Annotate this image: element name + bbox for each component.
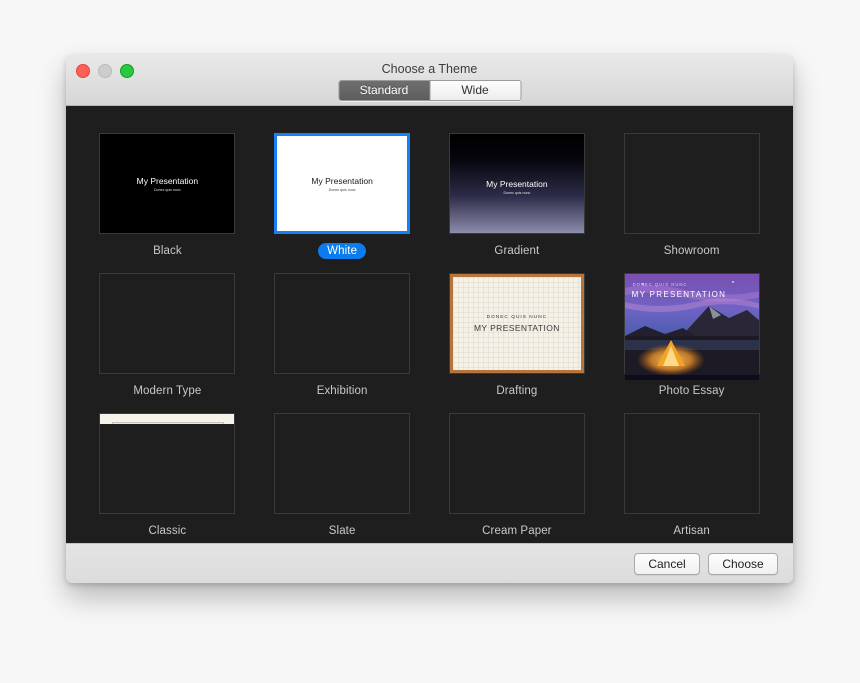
theme-thumbnail[interactable]: My Presentation Donec quis nunc — [99, 133, 236, 234]
theme-item-classic[interactable]: Lorem Ipsum Dolor My Presentation Lorem … — [96, 413, 239, 539]
theme-item-photo-essay[interactable]: DONEC QUIS NUNC MY PRESENTATION Photo Es… — [620, 273, 763, 399]
theme-item-white[interactable]: My Presentation Donec quis nunc White — [271, 133, 414, 259]
preview-title: My Presentation — [486, 178, 548, 189]
preview-subtitle: DONEC QUIS NUNC — [486, 314, 548, 320]
theme-item-artisan[interactable]: MY PRESENTATION DONEC QUIS NUNC Artisan — [620, 413, 763, 539]
choose-button[interactable]: Choose — [708, 553, 778, 575]
preview-subtitle: Donec quis nunc — [328, 187, 356, 192]
preview-subtitle: Donec quis nunc — [153, 187, 181, 192]
theme-preview-black: My Presentation Donec quis nunc — [100, 134, 235, 233]
theme-item-modern-type[interactable]: DONEC QUIS NUNC MY PRESENTATION Modern T… — [96, 273, 239, 399]
theme-chooser-scroll-area[interactable]: My Presentation Donec quis nunc Black My… — [66, 106, 793, 545]
preview-title: My Presentation — [136, 175, 199, 186]
window-titlebar: Choose a Theme Standard Wide — [66, 55, 793, 106]
theme-item-slate[interactable]: My Presentation Donec quis nunc Slate — [271, 413, 414, 539]
theme-label: Classic — [148, 525, 187, 537]
theme-thumbnail[interactable]: DONEC QUIS NUNC MY PRESENTATION — [623, 273, 760, 380]
theme-thumbnail[interactable]: DONEC QUIS NUNC MY PRESENTATION — [99, 273, 236, 374]
theme-item-drafting[interactable]: DONEC QUIS NUNC MY PRESENTATION Drafting — [446, 273, 589, 399]
theme-item-cream-paper[interactable]: MY PRESENTATION Donec quis nunc Cream Pa… — [446, 413, 589, 539]
theme-label: Black — [153, 245, 182, 257]
theme-label: Drafting — [496, 385, 538, 397]
theme-grid: My Presentation Donec quis nunc Black My… — [66, 106, 793, 539]
theme-label: Cream Paper — [482, 525, 552, 537]
preview-subtitle: DONEC QUIS NUNC — [632, 282, 688, 287]
theme-item-gradient[interactable]: My Presentation Donec quis nunc Gradient — [446, 133, 589, 259]
preview-title: My Presentation — [311, 175, 373, 186]
window-title: Choose a Theme — [381, 62, 478, 76]
theme-thumbnail[interactable]: My Presentation Donec quis nunc — [274, 413, 411, 514]
theme-preview-white: My Presentation Donec quis nunc — [277, 136, 408, 231]
theme-thumbnail[interactable]: DONEC QUIS NUNC MY PRESENTATION — [448, 273, 585, 374]
theme-label: Photo Essay — [658, 385, 725, 397]
segment-wide[interactable]: Wide — [429, 81, 520, 100]
theme-preview-gradient: My Presentation Donec quis nunc — [449, 134, 584, 233]
theme-item-exhibition[interactable]: MY PRESENTATION Donec quis nunc — [271, 273, 414, 399]
theme-thumbnail[interactable]: MY PRESENTATION DONEC QUIS NUNC — [623, 413, 760, 514]
preview-title: MY PRESENTATION — [631, 290, 727, 299]
theme-thumbnail[interactable]: MY PRESENTATION Donec quis nunc — [274, 273, 411, 374]
screen: Choose a Theme Standard Wide My Presenta… — [0, 0, 860, 683]
theme-thumbnail[interactable]: Lorem Ipsum Dolor My Presentation Lorem … — [99, 413, 236, 514]
preview-subtitle: Donec quis nunc — [503, 190, 531, 195]
theme-label: Slate — [328, 525, 356, 537]
theme-label: Modern Type — [133, 385, 202, 397]
theme-preview-drafting: DONEC QUIS NUNC MY PRESENTATION — [449, 274, 584, 373]
theme-thumbnail[interactable]: MY PRESENTATION Donec quis nunc — [448, 413, 585, 514]
choose-theme-dialog: Choose a Theme Standard Wide My Presenta… — [66, 55, 793, 583]
bridge-photo-image — [112, 422, 225, 424]
graph-paper-surface: DONEC QUIS NUNC MY PRESENTATION — [452, 277, 581, 370]
theme-item-black[interactable]: My Presentation Donec quis nunc Black — [96, 133, 239, 259]
theme-preview-photo-essay: DONEC QUIS NUNC MY PRESENTATION — [624, 274, 759, 380]
dialog-footer: Cancel Choose — [66, 543, 793, 583]
preview-title: MY PRESENTATION — [473, 322, 560, 333]
theme-label-selected: White — [318, 243, 367, 259]
cancel-button[interactable]: Cancel — [634, 553, 700, 575]
theme-label: Showroom — [663, 245, 720, 257]
segment-standard[interactable]: Standard — [339, 81, 429, 100]
theme-label: Artisan — [673, 525, 710, 537]
theme-thumbnail-selected[interactable]: My Presentation Donec quis nunc — [274, 133, 411, 234]
theme-item-showroom[interactable]: MY PRESENTATION Donec quis nunc Showroom — [620, 133, 763, 259]
slide-size-segmented-control[interactable]: Standard Wide — [338, 80, 521, 101]
theme-thumbnail[interactable]: MY PRESENTATION Donec quis nunc — [623, 133, 760, 234]
theme-label: Gradient — [494, 245, 540, 257]
theme-label: Exhibition — [316, 385, 368, 397]
theme-preview-classic: Lorem Ipsum Dolor My Presentation Lorem … — [100, 414, 235, 424]
theme-thumbnail[interactable]: My Presentation Donec quis nunc — [448, 133, 585, 234]
